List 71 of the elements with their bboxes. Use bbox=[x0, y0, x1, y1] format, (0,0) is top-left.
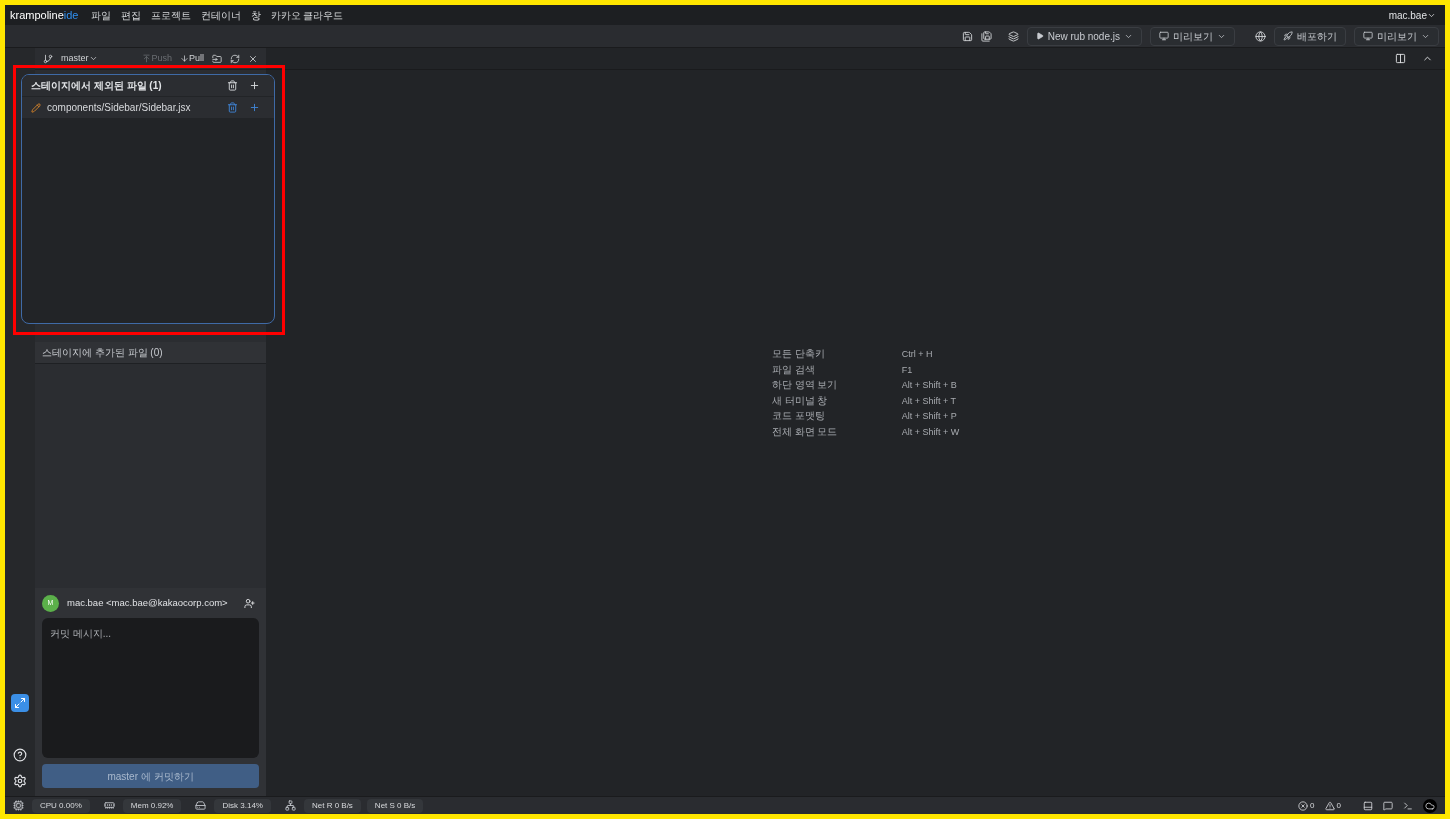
monitor-icon bbox=[1159, 31, 1169, 41]
status-reading: Net S 0 B/s bbox=[366, 798, 424, 813]
error-icon[interactable] bbox=[1298, 800, 1309, 811]
shortcut-label: 파일 검색 bbox=[771, 363, 816, 376]
commit-button[interactable]: master 에 커밋하기 bbox=[42, 764, 259, 788]
commit-message-field[interactable]: 커밋 메시지... bbox=[42, 618, 259, 758]
cloud-icon[interactable] bbox=[1423, 798, 1437, 813]
shortcut-label: 모든 단축키 bbox=[771, 348, 826, 361]
popup-title: 스테이지에서 제외된 파일 (1) bbox=[31, 79, 162, 93]
cpu-icon bbox=[13, 800, 24, 811]
warning-icon[interactable] bbox=[1324, 800, 1335, 811]
menu-item[interactable]: 카카오 클라우드 bbox=[270, 7, 344, 23]
settings-icon[interactable] bbox=[13, 774, 27, 788]
terminal-icon[interactable] bbox=[1403, 800, 1413, 811]
add-user-icon[interactable] bbox=[244, 598, 255, 609]
pull-button[interactable]: Pull bbox=[180, 51, 204, 66]
menu-item[interactable]: 창 bbox=[250, 7, 261, 23]
shortcut-keys: Ctrl + H bbox=[901, 348, 960, 361]
help-icon[interactable] bbox=[13, 748, 27, 762]
error-count[interactable]: 0 bbox=[1310, 799, 1315, 812]
status-reading: Mem 0.92% bbox=[122, 798, 182, 813]
status-reading: Net R 0 B/s bbox=[303, 798, 361, 813]
author-name: mac.bae <mac.bae@kakaocorp.com> bbox=[67, 596, 228, 611]
status-reading: CPU 0.00% bbox=[32, 798, 90, 813]
branch-selector[interactable]: master bbox=[61, 51, 98, 66]
memory-icon bbox=[103, 800, 115, 811]
push-icon bbox=[142, 54, 152, 63]
shortcut-keys: F1 bbox=[901, 363, 960, 376]
play-icon bbox=[1035, 32, 1044, 40]
globe-icon[interactable] bbox=[1255, 30, 1266, 42]
menu-item[interactable]: 편집 bbox=[120, 7, 141, 23]
panel-icon[interactable] bbox=[1363, 800, 1373, 811]
rocket-icon bbox=[1283, 31, 1293, 41]
folder-icon[interactable] bbox=[212, 53, 222, 64]
logo: krampolineide bbox=[10, 7, 79, 23]
shortcut-label: 코드 포맷팅 bbox=[771, 410, 826, 423]
close-icon[interactable] bbox=[248, 53, 258, 64]
shortcut-keys: Alt + Shift + W bbox=[901, 425, 960, 438]
preview-button[interactable]: 미리보기 bbox=[1354, 26, 1439, 46]
menu-item[interactable]: 컨테이너 bbox=[200, 7, 241, 23]
save-all-icon[interactable] bbox=[980, 30, 992, 42]
status-reading: Disk 3.14% bbox=[214, 798, 271, 813]
network-icon bbox=[284, 800, 296, 811]
run-config-button[interactable]: New rub node.js bbox=[1026, 26, 1142, 46]
split-view-icon[interactable] bbox=[1395, 53, 1406, 64]
shortcut-keys: Alt + Shift + P bbox=[901, 410, 960, 423]
shortcut-label: 전체 화면 모드 bbox=[771, 425, 839, 438]
file-path: components/Sidebar/Sidebar.jsx bbox=[47, 101, 191, 115]
branch-icon bbox=[43, 53, 53, 64]
shortcut-label: 새 터미널 창 bbox=[771, 394, 829, 407]
warning-count[interactable]: 0 bbox=[1336, 799, 1341, 812]
user-menu[interactable]: mac.bae bbox=[1388, 7, 1436, 23]
expand-icon[interactable] bbox=[11, 694, 29, 712]
deploy-button[interactable]: 배포하기 bbox=[1274, 26, 1346, 46]
layers-icon[interactable] bbox=[1007, 30, 1019, 42]
shortcut-keys: Alt + Shift + B bbox=[901, 379, 960, 392]
pencil-icon bbox=[31, 102, 41, 113]
chat-icon[interactable] bbox=[1383, 800, 1393, 811]
pull-icon bbox=[180, 54, 189, 63]
shortcut-keys: Alt + Shift + T bbox=[901, 394, 960, 407]
trash-icon[interactable] bbox=[227, 80, 238, 91]
refresh-icon[interactable] bbox=[230, 53, 240, 64]
menu-item[interactable]: 파일 bbox=[90, 7, 111, 23]
caret-icon bbox=[88, 54, 98, 63]
shortcut-label: 하단 영역 보기 bbox=[771, 379, 839, 392]
menu-item[interactable]: 프로젝트 bbox=[150, 7, 191, 23]
section-title: 스테이지에 추가된 파일 (0) bbox=[42, 346, 163, 360]
save-icon[interactable] bbox=[961, 30, 973, 42]
preview-button[interactable]: 미리보기 bbox=[1150, 26, 1235, 46]
monitor-icon bbox=[1363, 31, 1373, 41]
plus-icon[interactable] bbox=[249, 80, 260, 91]
